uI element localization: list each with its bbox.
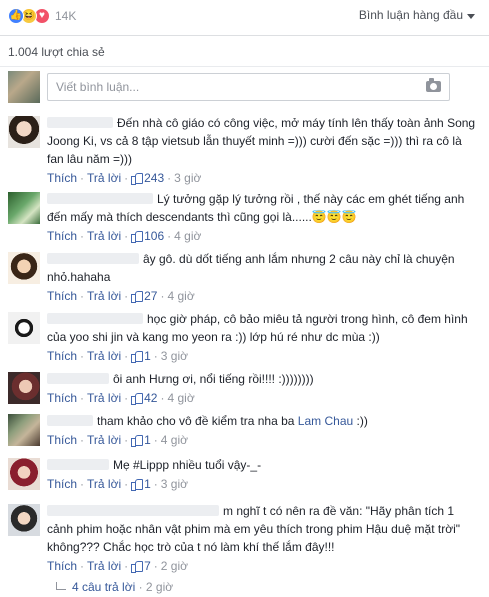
reply-link[interactable]: Trả lời bbox=[87, 349, 121, 363]
thumbs-up-icon bbox=[131, 392, 144, 405]
like-link[interactable]: Thích bbox=[47, 433, 77, 447]
reply-link[interactable]: Trả lời bbox=[87, 171, 121, 185]
like-link[interactable]: Thích bbox=[47, 349, 77, 363]
avatar[interactable] bbox=[8, 372, 40, 404]
like-link[interactable]: Thích bbox=[47, 171, 77, 185]
comment-timestamp[interactable]: 4 giờ bbox=[167, 391, 194, 405]
avatar[interactable] bbox=[8, 504, 40, 536]
mention-link[interactable]: Lam Chau bbox=[298, 414, 353, 428]
avatar[interactable] bbox=[8, 458, 40, 490]
comment-like-count[interactable]: 42 bbox=[131, 391, 157, 405]
comment-timestamp[interactable]: 2 giờ bbox=[161, 559, 188, 573]
comment-actions: Thích · Trả lời · 42 · 4 giờ bbox=[47, 391, 195, 405]
reply-link[interactable]: Trả lời bbox=[87, 391, 121, 405]
comment-like-count[interactable]: 106 bbox=[131, 229, 164, 243]
thumbs-up-icon bbox=[131, 560, 144, 573]
comment-like-count[interactable]: 243 bbox=[131, 171, 164, 185]
thumbs-up-icon bbox=[131, 230, 144, 243]
commenter-name[interactable] bbox=[47, 193, 153, 204]
comment-like-count[interactable]: 1 bbox=[131, 349, 151, 363]
reply-link[interactable]: Trả lời bbox=[87, 477, 121, 491]
comment-timestamp[interactable]: 4 giờ bbox=[161, 433, 188, 447]
thumbs-up-icon bbox=[131, 350, 144, 363]
like-link[interactable]: Thích bbox=[47, 559, 77, 573]
comment-timestamp[interactable]: 3 giờ bbox=[161, 477, 188, 491]
comment-text: Mẹ #Lippp nhiều tuổi vậy-_- bbox=[47, 456, 477, 474]
replies-timestamp: 2 giờ bbox=[145, 580, 174, 594]
comment-like-count[interactable]: 27 bbox=[131, 289, 157, 303]
commenter-name[interactable] bbox=[47, 459, 109, 470]
commenter-name[interactable] bbox=[47, 415, 93, 426]
comment-actions: Thích · Trả lời · 27 · 4 giờ bbox=[47, 289, 195, 303]
comment-actions: Thích · Trả lời · 243 · 3 giờ bbox=[47, 171, 202, 185]
comment-like-count[interactable]: 1 bbox=[131, 477, 151, 491]
reply-link[interactable]: Trả lời bbox=[87, 229, 121, 243]
commenter-name[interactable] bbox=[47, 505, 219, 516]
comment-timestamp[interactable]: 4 giờ bbox=[174, 229, 201, 243]
comment-actions: Thích · Trả lời · 106 · 4 giờ bbox=[47, 229, 202, 243]
comment-like-count[interactable]: 7 bbox=[131, 559, 151, 573]
reactions-summary[interactable]: 👍 😆 ♥ 14K bbox=[8, 7, 76, 25]
comment-input-box[interactable] bbox=[47, 73, 450, 101]
like-link[interactable]: Thích bbox=[47, 477, 77, 491]
reaction-count[interactable]: 14K bbox=[55, 9, 76, 23]
avatar[interactable] bbox=[8, 312, 40, 344]
like-link[interactable]: Thích bbox=[47, 229, 77, 243]
avatar[interactable] bbox=[8, 71, 40, 103]
comment-actions: Thích · Trả lời · 1 · 3 giờ bbox=[47, 477, 189, 491]
comment-sort-dropdown[interactable]: Bình luận hàng đầu bbox=[359, 8, 475, 22]
comment-actions: Thích · Trả lời · 1 · 3 giờ bbox=[47, 349, 189, 363]
commenter-name[interactable] bbox=[47, 313, 143, 324]
comment-timestamp[interactable]: 4 giờ bbox=[167, 289, 194, 303]
like-link[interactable]: Thích bbox=[47, 289, 77, 303]
view-replies-link[interactable]: 4 câu trả lời · 2 giờ bbox=[56, 580, 173, 594]
comment-timestamp[interactable]: 3 giờ bbox=[161, 349, 188, 363]
avatar[interactable] bbox=[8, 414, 40, 446]
avatar[interactable] bbox=[8, 252, 40, 284]
thumbs-up-icon bbox=[131, 434, 144, 447]
thumbs-up-icon bbox=[131, 172, 144, 185]
comment-text: học giờ pháp, cô bảo miêu tả người trong… bbox=[47, 312, 468, 344]
reply-link[interactable]: Trả lời bbox=[87, 289, 121, 303]
comment-timestamp[interactable]: 3 giờ bbox=[174, 171, 201, 185]
comment-text: Đến nhà cô giáo có công việc, mở máy tín… bbox=[47, 116, 476, 166]
like-icon: 👍 bbox=[8, 8, 24, 24]
chevron-down-icon bbox=[467, 13, 475, 19]
comment-like-count[interactable]: 1 bbox=[131, 433, 151, 447]
camera-icon[interactable] bbox=[426, 78, 441, 92]
comment-actions: Thích · Trả lời · 1 · 4 giờ bbox=[47, 433, 189, 447]
commenter-name[interactable] bbox=[47, 117, 113, 128]
like-link[interactable]: Thích bbox=[47, 391, 77, 405]
share-count[interactable]: 1.004 lượt chia sẻ bbox=[8, 45, 105, 59]
comment-text: tham khảo cho vô đề kiểm tra nha ba Lam … bbox=[47, 412, 477, 430]
reply-link[interactable]: Trả lời bbox=[87, 559, 121, 573]
avatar[interactable] bbox=[8, 116, 40, 148]
comment-sort-label: Bình luận hàng đầu bbox=[358, 8, 463, 22]
comment-composer bbox=[0, 66, 489, 106]
avatar[interactable] bbox=[8, 192, 40, 224]
comment-text: Lý tưởng gặp lý tưởng rồi , thế này các … bbox=[47, 192, 465, 224]
thumbs-up-icon bbox=[131, 478, 144, 491]
comment-text: ôi anh Hưng ơi, nổi tiếng rồi!!!! :)))))… bbox=[47, 370, 477, 388]
commenter-name[interactable] bbox=[47, 373, 109, 384]
comment-actions: Thích · Trả lời · 7 · 2 giờ bbox=[47, 559, 189, 573]
thumbs-up-icon bbox=[131, 290, 144, 303]
replies-count-label[interactable]: 4 câu trả lời bbox=[72, 580, 135, 594]
reply-arrow-icon bbox=[56, 582, 66, 590]
reply-link[interactable]: Trả lời bbox=[87, 433, 121, 447]
comment-input[interactable] bbox=[48, 74, 388, 100]
commenter-name[interactable] bbox=[47, 253, 139, 264]
comment-text: m nghĩ t có nên ra đề văn: "Hãy phân tíc… bbox=[47, 504, 461, 554]
reactions-bar: 👍 😆 ♥ 14K Bình luận hàng đầu bbox=[0, 0, 489, 36]
comment-text: ây gô. dù dốt tiếng anh lắm nhưng 2 câu … bbox=[47, 252, 455, 284]
